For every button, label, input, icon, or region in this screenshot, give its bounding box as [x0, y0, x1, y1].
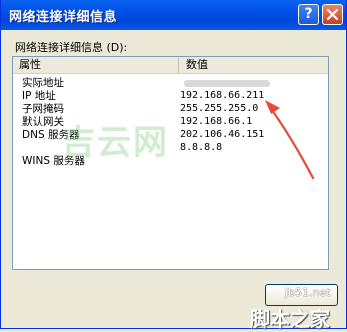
site-name: 脚本之家: [250, 307, 330, 331]
arrow-annotation: [265, 100, 315, 180]
dialog-window: 网络连接详细信息 ? 网络连接详细信息 (D): 属性 数值 实际地址 IP 地…: [0, 0, 347, 331]
site-domain: jb51.net: [285, 286, 331, 299]
